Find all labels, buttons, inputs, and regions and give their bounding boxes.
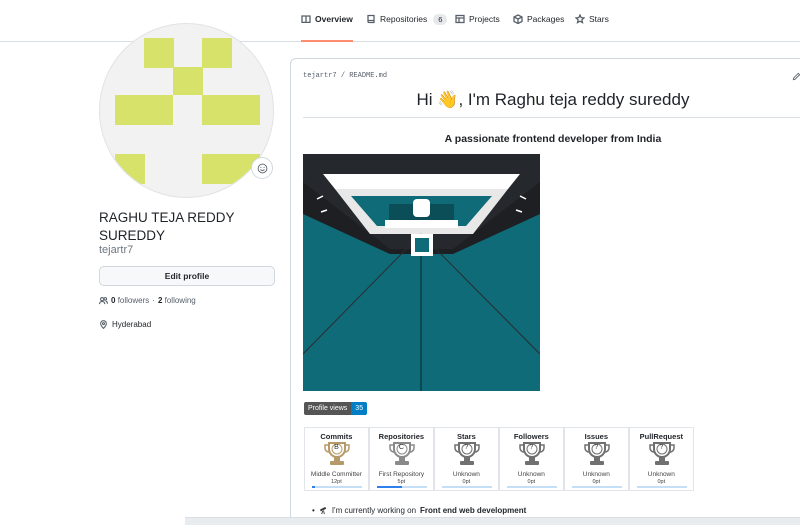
trophy-title: Repositories (378, 432, 425, 441)
avatar-block (144, 38, 174, 68)
bullet-prefix: I'm currently working on (331, 506, 417, 515)
trophy-card: Stars? Unknown 0pt (433, 427, 499, 491)
title-divider (303, 117, 800, 118)
trophy-progress (376, 486, 427, 488)
trophy-label: Unknown (517, 471, 545, 478)
trophy-title: Followers (513, 432, 549, 441)
avatar-block (202, 95, 260, 125)
bullet-bold: Front end web development (420, 506, 527, 515)
readme-path-separator: / (340, 72, 346, 80)
trophy-label: Unknown (452, 471, 480, 478)
avatar-block (202, 38, 232, 68)
trophy-label: Unknown (647, 471, 675, 478)
trophy-label: First Repository (378, 471, 425, 478)
readme-subtitle: A passionate frontend developer from Ind… (444, 133, 662, 145)
tab-stars[interactable]: Stars (575, 14, 609, 42)
following-count: 2 (157, 296, 163, 305)
trophy-rank: B (334, 444, 339, 451)
trophy-rank: ? (529, 444, 534, 451)
people-icon (99, 296, 108, 305)
followers-label: followers (117, 296, 150, 305)
trophy-title: Issues (584, 432, 609, 441)
profile-views-badge: Profile views 35 (304, 402, 368, 415)
trophy-rank: ? (464, 444, 469, 451)
tab-packages[interactable]: Packages (513, 14, 564, 42)
profile-views-label: Profile views (304, 402, 352, 415)
location-text: Hyderabad (112, 320, 152, 329)
tab-projects[interactable]: Projects (455, 14, 500, 42)
trophy-points: 0pt (462, 479, 471, 485)
trophy-progress (506, 486, 557, 488)
trophy-points: 0pt (592, 479, 601, 485)
pencil-icon[interactable] (792, 72, 800, 81)
trophy-rank: C (398, 444, 404, 451)
set-status-button[interactable] (251, 157, 273, 179)
trophy-progress (441, 486, 492, 488)
star-icon (575, 14, 585, 24)
trophy-card: Followers? Unknown 0pt (498, 427, 564, 491)
trophy-points: 12pt (331, 479, 342, 485)
following-label: following (164, 296, 196, 305)
tab-label: Stars (589, 14, 609, 24)
edit-profile-button[interactable]: Edit profile (99, 266, 275, 286)
location-icon (100, 320, 107, 329)
tab-label: Repositories (380, 14, 428, 24)
followers-link[interactable]: 0 followers (111, 296, 149, 305)
profile-views-count: 35 (351, 402, 368, 415)
trophy-points: 0pt (527, 479, 536, 485)
trophy-rank: ? (659, 444, 664, 451)
developer-illustration (303, 154, 540, 391)
repo-icon (367, 14, 375, 24)
trophy-title: PullRequest (639, 432, 683, 441)
trophy-card: PullRequest? Unknown 0pt (628, 427, 694, 491)
readme-path-user[interactable]: tejartr7 (303, 72, 337, 80)
follow-separator: · (152, 296, 155, 305)
trophy-card: Issues? Unknown 0pt (563, 427, 629, 491)
table-icon (455, 14, 465, 24)
tab-repositories[interactable]: Repositories 6 (366, 14, 448, 42)
trophy-title: Commits (320, 432, 353, 441)
followers-count: 0 (111, 296, 116, 305)
avatar-block (115, 154, 145, 184)
follow-stats: 0 followers · 2 following (99, 296, 196, 305)
telescope-icon (319, 506, 327, 515)
trophy-label: Unknown (582, 471, 610, 478)
tab-overview[interactable]: Overview (301, 14, 353, 42)
readme-path-file[interactable]: README.md (349, 72, 387, 80)
avatar-block (115, 95, 173, 125)
profile-tabs: Overview Repositories 6 Projects Package… (0, 0, 800, 42)
package-icon (513, 14, 523, 24)
readme-path: tejartr7 / README.md (303, 72, 387, 80)
trophy-progress (571, 486, 622, 488)
profile-username: tejartr7 (99, 244, 134, 256)
trophy-card: Repositories C First Repository 5pt (368, 427, 434, 491)
taskbar-edge (185, 517, 800, 525)
tab-label: Overview (315, 14, 353, 24)
tab-label: Packages (527, 14, 565, 24)
profile-full-name: RAGHU TEJA REDDY SUREDDY (99, 210, 235, 243)
trophy-progress (636, 486, 687, 488)
trophy-row: Commits B Middle Committer 12pt Repositories… (304, 427, 694, 491)
location-row: Hyderabad (99, 320, 151, 329)
trophy-card: Commits B Middle Committer 12pt (304, 427, 369, 491)
trophy-rank: ? (594, 444, 599, 451)
repo-count-badge: 6 (433, 14, 448, 25)
trophy-label: Middle Committer (310, 471, 362, 478)
avatar-block (173, 67, 203, 95)
avatar[interactable] (99, 23, 274, 198)
trophy-title: Stars (456, 432, 476, 441)
readme-title: Hi 👋, I'm Raghu teja reddy sureddy (416, 90, 690, 109)
bullet-dot: • (312, 506, 315, 515)
book-icon (301, 15, 311, 24)
trophy-points: 0pt (657, 479, 666, 485)
readme-bullet: • I'm currently working on Front end web… (312, 506, 526, 515)
smiley-icon (257, 163, 267, 173)
tab-label: Projects (469, 14, 500, 24)
following-link[interactable]: 2 following (158, 296, 196, 305)
trophy-points: 5pt (397, 479, 406, 485)
trophy-progress (312, 486, 362, 488)
